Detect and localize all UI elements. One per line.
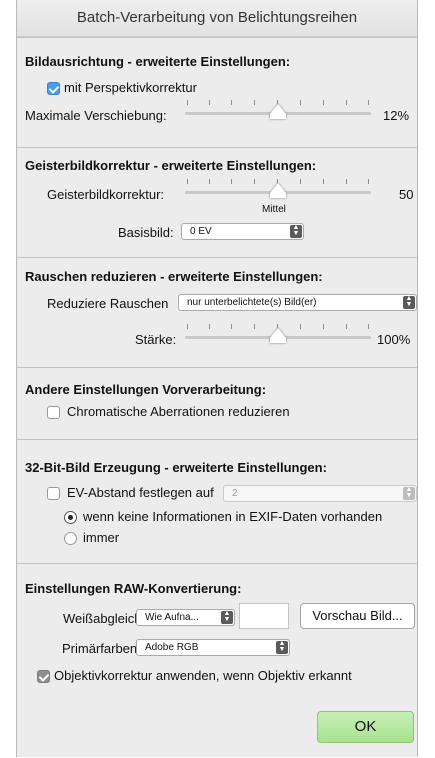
popup-arrows-icon: ▲ ▼ <box>403 295 415 309</box>
max-shift-label: Maximale Verschiebung: <box>25 108 167 123</box>
slider-tick <box>368 100 369 105</box>
slider-tick <box>231 324 232 329</box>
slider-tick <box>346 179 347 184</box>
perspective-label: mit Perspektivkorrektur <box>64 80 197 95</box>
lens-correction-label: Objektivkorrektur anwenden, wenn Objekti… <box>54 668 352 683</box>
slider-tick <box>187 324 188 329</box>
bit32-section: 32-Bit-Bild Erzeugung - erweiterte Einst… <box>17 439 417 564</box>
noise-heading: Rauschen reduzieren - erweiterte Einstel… <box>25 269 323 284</box>
slider-tick <box>209 179 210 184</box>
slider-tick <box>187 179 188 184</box>
alignment-heading: Bildausrichtung - erweiterte Einstellung… <box>25 54 291 69</box>
reduce-noise-label: Reduziere Rauschen <box>47 296 169 311</box>
alignment-section: Bildausrichtung - erweiterte Einstellung… <box>17 37 417 148</box>
base-image-value: 0 EV <box>190 226 212 237</box>
lens-correction-checkbox[interactable] <box>37 670 50 683</box>
popup-arrows-icon: ▲ ▼ <box>221 610 233 624</box>
ev-spacing-popup[interactable]: 2 ▲ ▼ <box>223 485 417 502</box>
max-shift-slider[interactable] <box>185 100 371 120</box>
max-shift-value: 12% <box>383 108 410 123</box>
ghost-heading: Geisterbildkorrektur - erweiterte Einste… <box>25 158 317 173</box>
popup-arrows-icon: ▲ ▼ <box>290 224 302 238</box>
ghost-section: Geisterbildkorrektur - erweiterte Einste… <box>17 147 417 258</box>
ev-spacing-label: EV-Abstand festlegen auf <box>67 485 214 500</box>
slider-tick <box>323 324 324 329</box>
perspective-checkbox[interactable] <box>47 82 60 95</box>
raw-heading: Einstellungen RAW-Konvertierung: <box>25 581 242 596</box>
primaries-label: Primärfarben <box>62 641 138 656</box>
white-balance-value: Wie Aufna... <box>145 612 199 623</box>
reduce-noise-popup[interactable]: nur unterbelichtete(s) Bild(er) ▲ ▼ <box>178 294 417 311</box>
slider-tick <box>209 100 210 105</box>
slider-tick <box>231 100 232 105</box>
raw-section: Einstellungen RAW-Konvertierung: Weißabg… <box>17 563 417 758</box>
preview-image-button[interactable]: Vorschau Bild... <box>300 603 415 629</box>
slider-tick <box>187 100 188 105</box>
base-image-popup[interactable]: 0 EV ▲ ▼ <box>181 223 304 240</box>
white-balance-popup[interactable]: Wie Aufna... ▲ ▼ <box>136 609 235 626</box>
slider-tick <box>300 324 301 329</box>
slider-tick <box>346 100 347 105</box>
batch-dialog: Batch-Verarbeitung von Belichtungsreihen… <box>16 0 418 757</box>
slider-tick <box>254 100 255 105</box>
strength-label: Stärke: <box>135 332 177 347</box>
radio-always-label: immer <box>83 530 120 545</box>
slider-tick <box>323 100 324 105</box>
popup-arrows-icon: ▲ ▼ <box>403 486 415 500</box>
ok-button[interactable]: OK <box>317 711 414 743</box>
strength-slider[interactable] <box>185 324 371 344</box>
ghost-label: Geisterbildkorrektur: <box>47 187 165 202</box>
slider-tick <box>300 179 301 184</box>
base-image-label: Basisbild: <box>118 225 174 240</box>
slider-tick <box>254 179 255 184</box>
slider-tick <box>346 324 347 329</box>
primaries-value: Adobe RGB <box>145 642 199 653</box>
slider-tick <box>300 100 301 105</box>
chromatic-label: Chromatische Aberrationen reduzieren <box>67 404 290 419</box>
slider-thumb[interactable] <box>270 104 286 119</box>
radio-exif-label: wenn keine Informationen in EXIF-Daten v… <box>83 509 383 524</box>
window-title: Batch-Verarbeitung von Belichtungsreihen <box>17 0 417 37</box>
slider-tick <box>254 324 255 329</box>
ghost-slider[interactable] <box>185 179 371 199</box>
slider-thumb[interactable] <box>270 183 286 198</box>
noise-section: Rauschen reduzieren - erweiterte Einstel… <box>17 257 417 368</box>
radio-always[interactable] <box>64 532 77 545</box>
slider-tick <box>209 324 210 329</box>
ghost-value: 50 <box>399 187 414 202</box>
slider-tick <box>368 324 369 329</box>
white-balance-label: Weißabgleich <box>63 611 142 626</box>
bit32-heading: 32-Bit-Bild Erzeugung - erweiterte Einst… <box>25 460 327 475</box>
chromatic-checkbox[interactable] <box>47 406 60 419</box>
slider-tick <box>231 179 232 184</box>
radio-exif[interactable] <box>64 511 77 524</box>
other-section: Andere Einstellungen Vorverarbeitung: Ch… <box>17 367 417 440</box>
ev-spacing-checkbox[interactable] <box>47 487 60 500</box>
white-balance-swatch[interactable] <box>239 603 289 629</box>
reduce-noise-value: nur unterbelichtete(s) Bild(er) <box>187 297 317 308</box>
primaries-popup[interactable]: Adobe RGB ▲ ▼ <box>136 639 290 656</box>
strength-value: 100% <box>377 332 411 347</box>
other-heading: Andere Einstellungen Vorverarbeitung: <box>25 382 267 397</box>
ghost-caption: Mittel <box>262 204 286 215</box>
slider-tick <box>368 179 369 184</box>
ev-spacing-value: 2 <box>232 488 238 499</box>
slider-thumb[interactable] <box>270 328 286 343</box>
popup-arrows-icon: ▲ ▼ <box>276 640 288 654</box>
slider-tick <box>323 179 324 184</box>
